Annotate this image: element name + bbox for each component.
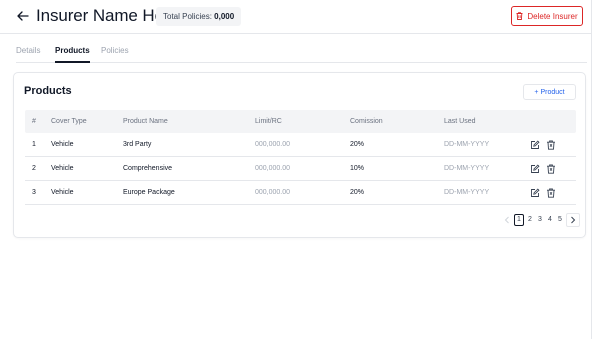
row-number: 1 [32,141,36,148]
column-header-product-name: Product Name [123,118,168,125]
tab-policies[interactable]: Policies [101,46,129,63]
edit-icon[interactable] [529,163,540,174]
products-title: Products [24,85,72,97]
page-button-1[interactable]: 1 [514,213,524,226]
table-row[interactable]: 2 Vehicle Comprehensive 000,000.00 10% D… [25,157,576,181]
row-last-used: DD-MM-YYYY [444,165,490,172]
delete-insurer-label: Delete Insurer [527,11,578,21]
column-header-last-used: Last Used [444,118,476,125]
table-header: # Cover Type Product Name Limit/RC Comis… [25,110,576,133]
row-cover-type: Vehicle [51,189,74,196]
row-commission: 10% [350,165,365,172]
tab-details[interactable]: Details [16,46,40,63]
row-commission: 20% [350,141,365,148]
row-number: 3 [32,189,36,196]
page-button-3[interactable]: 3 [535,216,545,223]
row-cover-type: Vehicle [51,141,74,148]
trash-icon[interactable] [545,139,556,150]
row-limit: 000,000.00 [255,141,291,148]
page-edge [591,0,592,339]
row-product-name: 3rd Party [123,141,152,148]
tab-bar: Details Products Policies [16,44,587,63]
products-table: # Cover Type Product Name Limit/RC Comis… [25,110,576,205]
table-row[interactable]: 1 Vehicle 3rd Party 000,000.00 20% DD-MM… [25,133,576,157]
column-header-commission: Comission [350,118,383,125]
edit-icon[interactable] [529,139,540,150]
total-policies-badge: Total Policies: 0,000 [156,7,242,26]
row-last-used: DD-MM-YYYY [444,189,490,196]
page-button-2[interactable]: 2 [525,216,535,223]
row-number: 2 [32,165,36,172]
row-last-used: DD-MM-YYYY [444,141,490,148]
badge-label: Total Policies: [163,12,212,21]
back-arrow-icon[interactable] [16,8,30,24]
trash-icon [516,7,523,25]
column-header-cover-type: Cover Type [51,118,87,125]
badge-value: 0,000 [214,12,235,21]
column-header-number: # [32,118,36,125]
row-limit: 000,000.00 [255,165,291,172]
products-card: Products + Product # Cover Type Product … [13,72,586,238]
add-product-button[interactable]: + Product [523,84,576,100]
table-row[interactable]: 3 Vehicle Europe Package 000,000.00 20% … [25,181,576,205]
row-product-name: Europe Package [123,189,175,196]
row-commission: 20% [350,189,365,196]
page-header: Insurer Name Here Total Policies: 0,000 … [0,0,592,34]
row-product-name: Comprehensive [123,165,173,172]
page-button-5[interactable]: 5 [555,216,565,223]
chevron-left-icon[interactable] [500,213,514,227]
delete-insurer-button[interactable]: Delete Insurer [511,6,583,26]
edit-icon[interactable] [529,187,540,198]
column-header-limit: Limit/RC [255,118,282,125]
page-button-4[interactable]: 4 [545,216,555,223]
trash-icon[interactable] [545,187,556,198]
tab-products[interactable]: Products [55,46,90,63]
row-cover-type: Vehicle [51,165,74,172]
pagination: 1 2 3 4 5 [500,212,580,227]
trash-icon[interactable] [545,163,556,174]
chevron-right-icon[interactable] [566,212,580,227]
row-limit: 000,000.00 [255,189,291,196]
